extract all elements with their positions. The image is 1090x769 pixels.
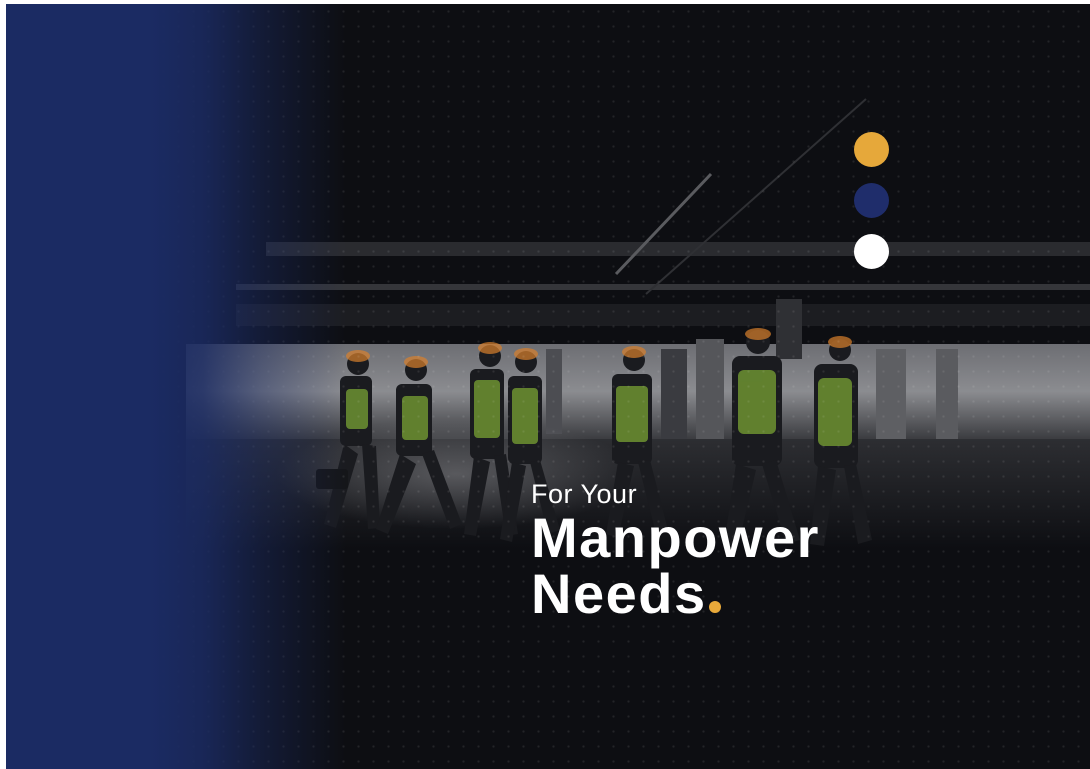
accent-period xyxy=(708,601,721,613)
blue-gradient-panel xyxy=(6,4,346,769)
decorative-dots xyxy=(854,132,890,285)
gold-dot xyxy=(854,132,889,167)
headline: For Your Manpower Needs xyxy=(531,478,820,622)
white-dot xyxy=(854,234,889,269)
hero-banner: For Your Manpower Needs xyxy=(6,4,1090,769)
headline-line-3-wrap: Needs xyxy=(531,566,820,622)
blue-dot xyxy=(854,183,889,218)
headline-line-3: Needs xyxy=(531,562,707,625)
headline-line-2: Manpower xyxy=(531,506,820,569)
